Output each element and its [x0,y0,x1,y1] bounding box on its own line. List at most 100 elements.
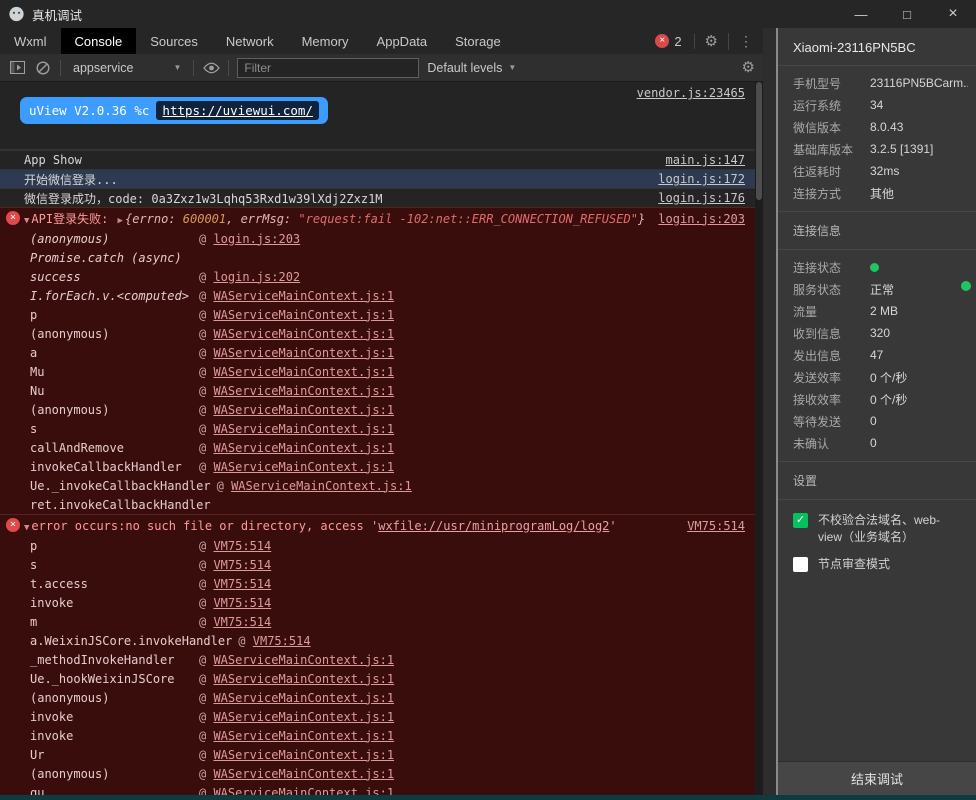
console-settings-gear-icon[interactable]: ⚙ [742,60,755,75]
source-link[interactable]: VM75:514 [687,519,745,533]
stack-frame-row: I.forEach.v.<computed>@ WAServiceMainCon… [0,286,755,305]
settings-checkbox[interactable]: 节点审查模式 [778,550,976,577]
stack-source-link[interactable]: WAServiceMainContext.js:1 [231,479,412,493]
stack-source-link[interactable]: login.js:203 [213,232,300,246]
settings-section-title: 设置 [778,462,976,499]
stack-source-link[interactable]: WAServiceMainContext.js:1 [213,691,394,705]
stack-source-link[interactable]: login.js:202 [213,270,300,284]
error-block: ×▼API登录失败: ▶{errno: 600001, errMsg: "req… [0,207,755,514]
console-sidebar-toggle-icon[interactable] [8,59,26,77]
panel-row: 发出信息47 [778,344,976,366]
console-scrollbar[interactable] [755,82,763,795]
stack-function-name: invokeCallbackHandler [30,460,199,474]
error-count-badge[interactable]: × 2 [655,34,694,49]
stack-source-link[interactable]: WAServiceMainContext.js:1 [213,289,394,303]
panel-row: 微信版本8.0.43 [778,116,976,138]
panel-row-value: 8.0.43 [870,120,968,134]
stack-source-link[interactable]: VM75:514 [213,577,271,591]
scrollbar-thumb[interactable] [756,82,762,200]
console-log: vendor.js:23465 uView V2.0.36 %c https:/… [0,82,755,795]
checkbox-checked[interactable]: ✓ [793,513,808,528]
execution-context-select[interactable]: appservice ▼ [69,61,185,75]
devtools-settings-gear-icon[interactable]: ⚙ [705,34,718,49]
tab-console[interactable]: Console [61,28,137,54]
device-name: Xiaomi-23116PN5BC [778,28,976,66]
source-link[interactable]: main.js:147 [666,153,745,167]
stack-source-link[interactable]: WAServiceMainContext.js:1 [213,653,394,667]
tab-network[interactable]: Network [212,28,288,54]
source-link[interactable]: login.js:176 [658,191,745,205]
tab-memory[interactable]: Memory [288,28,363,54]
log-levels-select[interactable]: Default levels ▼ [427,61,516,75]
checkbox-unchecked[interactable] [793,557,808,572]
stack-source-link[interactable]: VM75:514 [213,539,271,553]
log-message: 微信登录成功，code: 0a3Zxz1w3Lqhq53Rxd1w39lXdj2… [24,190,658,207]
error-message: ▼error occurs:no such file or directory,… [24,519,687,533]
stack-function-name: s [30,422,199,436]
uview-banner: uView V2.0.36 %c https://uviewui.com/ [20,97,328,124]
more-options-icon[interactable]: ⋮ [728,33,753,50]
clear-console-icon[interactable] [34,59,52,77]
stack-frame-row: (anonymous)@ login.js:203 [0,229,755,248]
title-bar: 真机调试 — □ × [0,0,976,28]
stack-function-name: (anonymous) [30,403,199,417]
settings-checkbox[interactable]: ✓不校验合法域名、web-view（业务域名） [778,506,976,550]
stack-source-link[interactable]: WAServiceMainContext.js:1 [213,672,394,686]
error-block: × ▼error occurs:no such file or directory… [0,514,755,795]
device-info-rows: 手机型号23116PN5BCarm...运行系统34微信版本8.0.43基础库版… [778,66,976,204]
tab-appdata[interactable]: AppData [363,28,442,54]
maximize-button[interactable]: □ [884,0,930,28]
console-banner-row: vendor.js:23465 uView V2.0.36 %c https:/… [0,82,755,150]
eye-icon[interactable] [202,59,220,77]
stack-source-link[interactable]: WAServiceMainContext.js:1 [213,460,394,474]
error-icon: × [655,34,669,48]
stack-source-link[interactable]: WAServiceMainContext.js:1 [213,327,394,341]
stack-source-link[interactable]: WAServiceMainContext.js:1 [213,786,394,796]
stack-source-link[interactable]: WAServiceMainContext.js:1 [213,403,394,417]
end-debug-button[interactable]: 结束调试 [778,761,976,795]
device-info-panel: Xiaomi-23116PN5BC 手机型号23116PN5BCarm...运行… [776,28,976,795]
devtools-tab-bar: WxmlConsoleSourcesNetworkMemoryAppDataSt… [0,28,763,54]
stack-source-link[interactable]: WAServiceMainContext.js:1 [213,767,394,781]
stack-source-link[interactable]: VM75:514 [253,634,311,648]
error-icon: × [6,518,20,532]
stack-function-name: (anonymous) [30,691,199,705]
error-file-link[interactable]: wxfile://usr/miniprogramLog/log2 [378,519,609,533]
stack-source-link[interactable]: WAServiceMainContext.js:1 [213,384,394,398]
close-button[interactable]: × [930,0,976,28]
tab-wxml[interactable]: Wxml [0,28,61,54]
source-link[interactable]: vendor.js:23465 [637,86,745,100]
stack-source-link[interactable]: WAServiceMainContext.js:1 [213,422,394,436]
stack-source-link[interactable]: VM75:514 [213,558,271,572]
stack-frame-row: ret.invokeCallbackHandler [0,495,755,514]
stack-function-name: ret.invokeCallbackHandler [30,498,217,512]
stack-frame-row: qu@ WAServiceMainContext.js:1 [0,783,755,795]
stack-frame-row: Mu@ WAServiceMainContext.js:1 [0,362,755,381]
filter-input[interactable] [237,58,419,78]
stack-source-link[interactable]: WAServiceMainContext.js:1 [213,308,394,322]
stack-source-link[interactable]: WAServiceMainContext.js:1 [213,365,394,379]
stack-source-link[interactable]: WAServiceMainContext.js:1 [213,748,394,762]
stack-source-link[interactable]: WAServiceMainContext.js:1 [213,729,394,743]
source-link[interactable]: login.js:172 [658,172,745,186]
stack-source-link[interactable]: WAServiceMainContext.js:1 [213,710,394,724]
tab-storage[interactable]: Storage [441,28,515,54]
panel-row-label: 连接方式 [793,185,870,202]
tab-sources[interactable]: Sources [136,28,212,54]
panel-row-label: 发出信息 [793,347,870,364]
stack-source-link[interactable]: WAServiceMainContext.js:1 [213,441,394,455]
connection-section-title: 连接信息 [778,212,976,249]
stack-source-link[interactable]: VM75:514 [213,596,271,610]
panel-row-label: 运行系统 [793,97,870,114]
panel-row: 收到信息320 [778,322,976,344]
stack-frame-row: p@ VM75:514 [0,536,755,555]
stack-function-name: a [30,346,199,360]
stack-frame-row: invokeCallbackHandler@ WAServiceMainCont… [0,457,755,476]
stack-source-link[interactable]: WAServiceMainContext.js:1 [213,346,394,360]
minimize-button[interactable]: — [838,0,884,28]
panel-row-value: 23116PN5BCarm... [870,76,968,90]
source-link[interactable]: login.js:203 [658,212,745,226]
stack-source-link[interactable]: VM75:514 [213,615,271,629]
stack-frame-row: invoke@ WAServiceMainContext.js:1 [0,726,755,745]
uview-url-link[interactable]: https://uviewui.com/ [156,101,319,120]
